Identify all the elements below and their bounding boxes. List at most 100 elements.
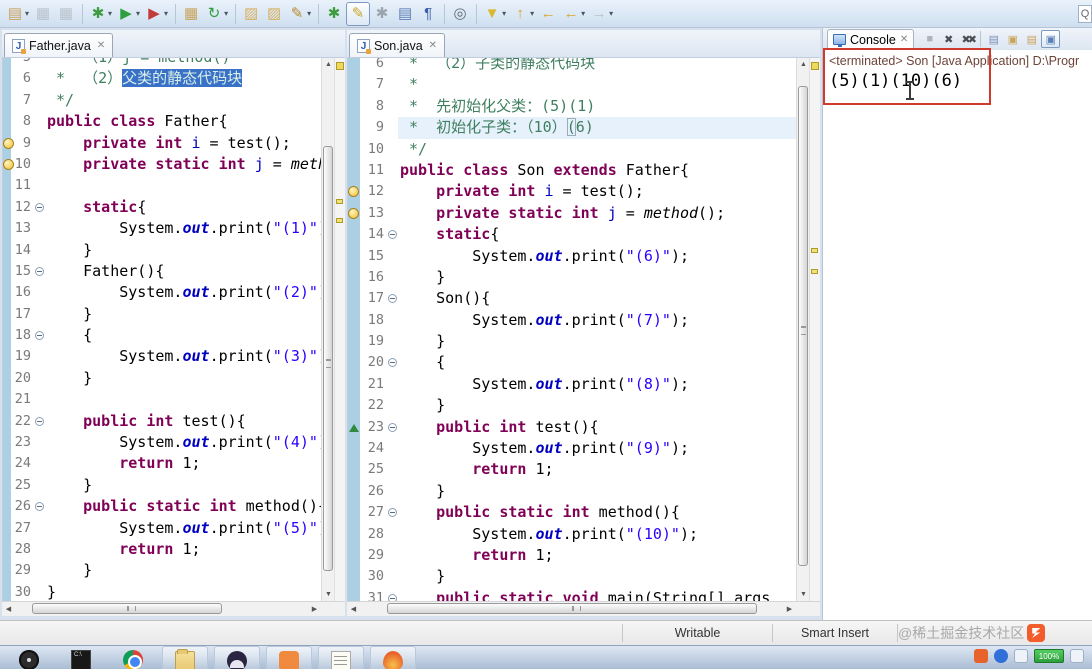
- code-text[interactable]: return 1;: [398, 545, 796, 566]
- code-text[interactable]: public static int method(){: [398, 502, 796, 523]
- plug-button[interactable]: ✱: [323, 2, 345, 26]
- code-text[interactable]: }: [398, 267, 796, 288]
- code-text[interactable]: System.out.print("(2)");: [45, 282, 321, 303]
- scroll-thumb[interactable]: [32, 603, 222, 614]
- save-button[interactable]: ▦: [32, 2, 54, 26]
- code-text[interactable]: {: [398, 352, 796, 373]
- dropdown-caret-icon[interactable]: ▾: [25, 9, 29, 18]
- forward-button[interactable]: → ▾: [588, 2, 615, 26]
- debug-button[interactable]: ✱ ▾: [87, 2, 114, 26]
- code-text[interactable]: */: [45, 90, 321, 111]
- code-text[interactable]: }: [45, 582, 321, 601]
- console-body[interactable]: <terminated> Son [Java Application] D:\P…: [823, 48, 1092, 620]
- collapse-icon[interactable]: [388, 358, 397, 368]
- code-text[interactable]: private static int j = method();: [398, 203, 796, 224]
- code-text[interactable]: System.out.print("(10)");: [398, 524, 796, 545]
- collapse-icon[interactable]: [388, 593, 397, 601]
- occurrence-mark[interactable]: [336, 218, 343, 223]
- code-text[interactable]: {: [45, 325, 321, 346]
- code-text[interactable]: System.out.print("(4)");: [45, 432, 321, 453]
- pin-button[interactable]: ¶: [417, 2, 439, 26]
- warning-bulb-icon[interactable]: [3, 158, 14, 170]
- new-wizard-button[interactable]: ▤ ▾: [4, 2, 31, 26]
- code-text[interactable]: Son(){: [398, 288, 796, 309]
- code-text[interactable]: }: [398, 481, 796, 502]
- close-icon[interactable]: ✕: [97, 40, 105, 51]
- scroll-right-icon[interactable]: ▶: [783, 603, 796, 616]
- son-code-area[interactable]: 6 * （2）子类的静态代码块 7 * 8 * 先初始化父类：(5)(1) 9 * 初…: [347, 58, 820, 601]
- tray-blue-app[interactable]: [994, 649, 1008, 663]
- scroll-right-icon[interactable]: ▶: [308, 603, 321, 616]
- new-java-project-button[interactable]: ▦: [180, 2, 202, 26]
- collapse-icon[interactable]: [388, 230, 397, 240]
- code-text[interactable]: [45, 175, 321, 196]
- code-text[interactable]: System.out.print("(1)");: [45, 218, 321, 239]
- occurrence-mark[interactable]: [811, 269, 818, 274]
- remove-launch-button[interactable]: ✖: [939, 30, 958, 48]
- collapse-icon[interactable]: [35, 502, 44, 512]
- code-text[interactable]: public class Son extends Father{: [398, 160, 796, 181]
- tab-console[interactable]: Console ✕: [827, 28, 915, 50]
- remove-all-launches-button[interactable]: ✖✖: [958, 30, 977, 48]
- code-text[interactable]: }: [398, 566, 796, 587]
- dropdown-caret-icon[interactable]: ▾: [502, 9, 506, 18]
- code-text[interactable]: Father(){: [45, 261, 321, 282]
- taskbar-chrome[interactable]: [110, 646, 156, 669]
- collapse-icon[interactable]: [388, 294, 397, 304]
- code-text[interactable]: System.out.print("(7)");: [398, 310, 796, 331]
- taskbar-terminal[interactable]: [58, 646, 104, 669]
- code-text[interactable]: }: [45, 560, 321, 581]
- collapse-icon[interactable]: [35, 202, 44, 212]
- code-text[interactable]: */: [398, 139, 796, 160]
- taskbar-app-dark[interactable]: [214, 646, 260, 669]
- back-history-button[interactable]: ← ▾: [560, 2, 587, 26]
- generate-button[interactable]: ↻ ▾: [203, 2, 230, 26]
- scroll-thumb[interactable]: [798, 86, 808, 566]
- coverage-run-button[interactable]: ▶ ▾: [143, 2, 170, 26]
- overview-all-marks-icon[interactable]: [811, 62, 819, 70]
- close-icon[interactable]: ✕: [900, 34, 908, 45]
- taskbar-notepad[interactable]: [318, 646, 364, 669]
- dropdown-caret-icon[interactable]: ▾: [136, 9, 140, 18]
- code-text[interactable]: System.out.print("(9)");: [398, 438, 796, 459]
- search-button[interactable]: ◎: [449, 2, 471, 26]
- up-annotation-button[interactable]: ↑ ▾: [509, 2, 536, 26]
- code-text[interactable]: }: [45, 475, 321, 496]
- code-text[interactable]: * 先初始化父类：(5)(1): [398, 96, 796, 117]
- mark-occurrences-button[interactable]: ✎: [346, 1, 371, 26]
- occurrence-mark[interactable]: [336, 199, 343, 204]
- dropdown-caret-icon[interactable]: ▾: [307, 9, 311, 18]
- collapse-icon[interactable]: [35, 331, 44, 341]
- code-text[interactable]: System.out.print("(8)");: [398, 374, 796, 395]
- father-code-area[interactable]: 5 * （1）j = method()6 * （2）父类的静态代码块7 */8p…: [2, 58, 345, 601]
- horizontal-scrollbar[interactable]: ◀ ▶: [2, 601, 345, 616]
- warning-bulb-icon[interactable]: [348, 186, 359, 198]
- collapse-icon[interactable]: [35, 416, 44, 426]
- code-text[interactable]: *: [398, 74, 796, 95]
- code-text[interactable]: [45, 389, 321, 410]
- override-indicator-icon[interactable]: [349, 423, 359, 432]
- tray-window[interactable]: [1014, 649, 1028, 663]
- code-text[interactable]: * （1）j = method(): [45, 58, 321, 68]
- scroll-lock-button[interactable]: ▣: [1003, 30, 1022, 48]
- warning-bulb-icon[interactable]: [348, 207, 359, 219]
- quick-access-box[interactable]: Q: [1078, 4, 1092, 23]
- collapse-icon[interactable]: [388, 422, 397, 432]
- vertical-scrollbar[interactable]: ▲ ▼: [321, 58, 334, 601]
- code-text[interactable]: }: [398, 331, 796, 352]
- code-text[interactable]: public int test(){: [45, 411, 321, 432]
- close-icon[interactable]: ✕: [429, 40, 437, 51]
- clear-console-button[interactable]: ▤: [984, 30, 1003, 48]
- dropdown-caret-icon[interactable]: ▾: [224, 9, 228, 18]
- open-folder-button[interactable]: ▨: [240, 2, 262, 26]
- taskbar-media-player[interactable]: [6, 646, 52, 669]
- back-button[interactable]: ←: [537, 2, 559, 26]
- show-list-button[interactable]: ▤: [394, 2, 416, 26]
- code-text[interactable]: static{: [398, 224, 796, 245]
- code-text[interactable]: public int test(){: [398, 417, 796, 438]
- collapse-icon[interactable]: [388, 508, 397, 518]
- taskbar-flame[interactable]: [370, 646, 416, 669]
- code-text[interactable]: return 1;: [45, 453, 321, 474]
- warning-bulb-icon[interactable]: [3, 137, 14, 149]
- scroll-thumb[interactable]: [323, 146, 333, 571]
